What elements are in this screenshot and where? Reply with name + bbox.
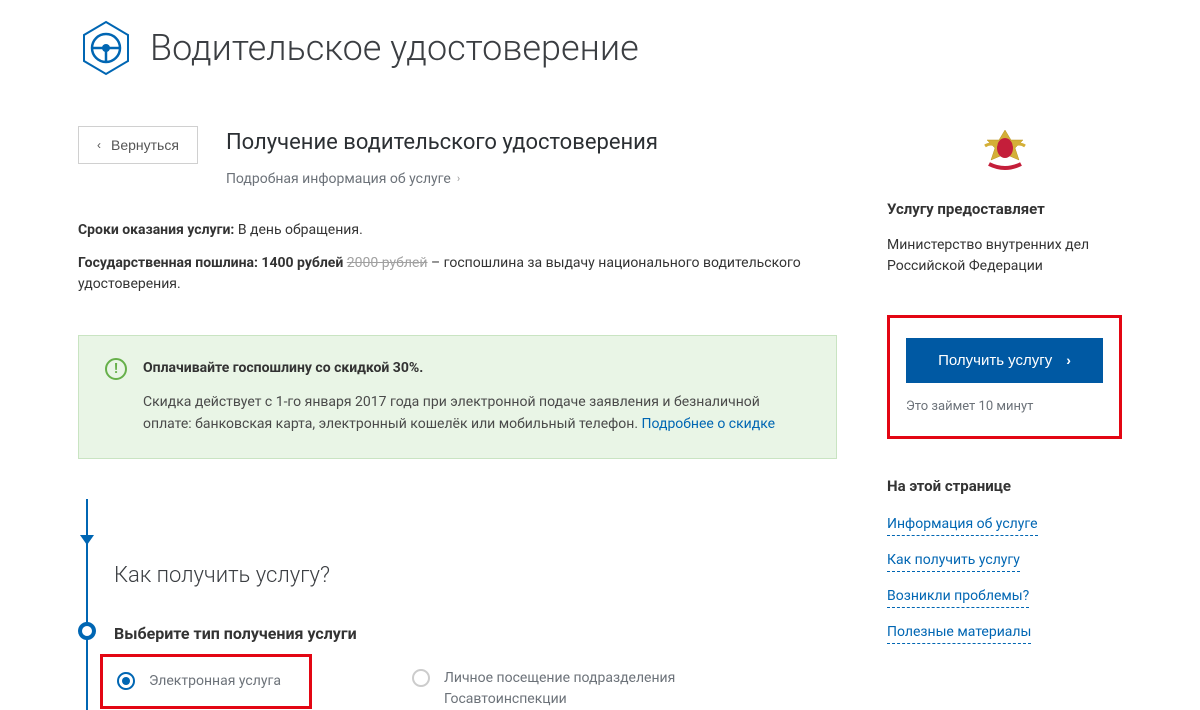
option-highlight: Электронная услуга bbox=[100, 654, 312, 709]
provider-name: Министерство внутренних дел Российской Ф… bbox=[887, 235, 1122, 277]
mvd-emblem-icon bbox=[977, 126, 1033, 176]
cta-label: Получить услугу bbox=[938, 352, 1052, 369]
nav-link-materials[interactable]: Полезные материалы bbox=[887, 622, 1031, 644]
get-service-button[interactable]: Получить услугу › bbox=[906, 338, 1103, 383]
timing-label: Сроки оказания услуги: bbox=[78, 222, 234, 238]
step-1-title: Выберите тип получения услуги bbox=[114, 622, 837, 646]
fee-price: 1400 рублей bbox=[261, 255, 343, 271]
chevron-right-icon: › bbox=[1066, 352, 1071, 368]
timing-line: Сроки оказания услуги: В день обращения. bbox=[78, 220, 837, 241]
cta-subtext: Это займет 10 минут bbox=[906, 397, 1103, 417]
back-label: Вернуться bbox=[111, 137, 179, 153]
page-nav: На этой странице Информация об услуге Ка… bbox=[887, 475, 1122, 644]
page-nav-title: На этой странице bbox=[887, 475, 1122, 498]
steps-section: Как получить услугу? Выберите тип получе… bbox=[78, 499, 837, 710]
detail-info-link[interactable]: Подробная информация об услуге › bbox=[226, 169, 460, 190]
page-header: Водительское удостоверение bbox=[78, 20, 1122, 76]
radio-inperson[interactable]: Личное посещение подразделения Госавтоин… bbox=[412, 668, 684, 710]
radio-electronic-label: Электронная услуга bbox=[149, 671, 281, 692]
fee-old-price: 2000 рублей bbox=[347, 255, 428, 271]
back-button[interactable]: ‹ Вернуться bbox=[78, 126, 198, 164]
cta-highlight: Получить услугу › Это займет 10 минут bbox=[887, 315, 1122, 440]
arrow-down-icon bbox=[80, 535, 94, 545]
radio-inperson-label: Личное посещение подразделения Госавтоин… bbox=[444, 668, 684, 710]
page-title: Водительское удостоверение bbox=[150, 21, 639, 75]
exclamation-icon: ! bbox=[105, 358, 127, 380]
step-line bbox=[86, 499, 88, 710]
chevron-right-icon: › bbox=[457, 171, 460, 188]
chevron-left-icon: ‹ bbox=[97, 138, 101, 152]
discount-more-link[interactable]: Подробнее о скидке bbox=[642, 416, 776, 432]
radio-icon bbox=[412, 669, 430, 687]
fee-line: Государственная пошлина: 1400 рублей 200… bbox=[78, 253, 837, 295]
radio-electronic[interactable]: Электронная услуга bbox=[117, 671, 281, 692]
steering-wheel-icon bbox=[78, 20, 134, 76]
nav-link-info[interactable]: Информация об услуге bbox=[887, 514, 1038, 536]
radio-icon bbox=[117, 672, 135, 690]
discount-notice: ! Оплачивайте госпошлину со скидкой 30%.… bbox=[78, 335, 837, 459]
provider-label: Услугу предоставляет bbox=[887, 198, 1122, 221]
step-bullet-icon bbox=[78, 622, 96, 640]
notice-title: Оплачивайте госпошлину со скидкой 30%. bbox=[143, 358, 810, 379]
nav-link-how[interactable]: Как получить услугу bbox=[887, 550, 1020, 572]
fee-label: Государственная пошлина: bbox=[78, 255, 258, 271]
service-title: Получение водительского удостоверения bbox=[226, 126, 658, 159]
how-question: Как получить услугу? bbox=[114, 553, 837, 592]
nav-link-problems[interactable]: Возникли проблемы? bbox=[887, 586, 1029, 608]
detail-link-text: Подробная информация об услуге bbox=[226, 169, 451, 190]
timing-value: В день обращения. bbox=[238, 222, 363, 238]
